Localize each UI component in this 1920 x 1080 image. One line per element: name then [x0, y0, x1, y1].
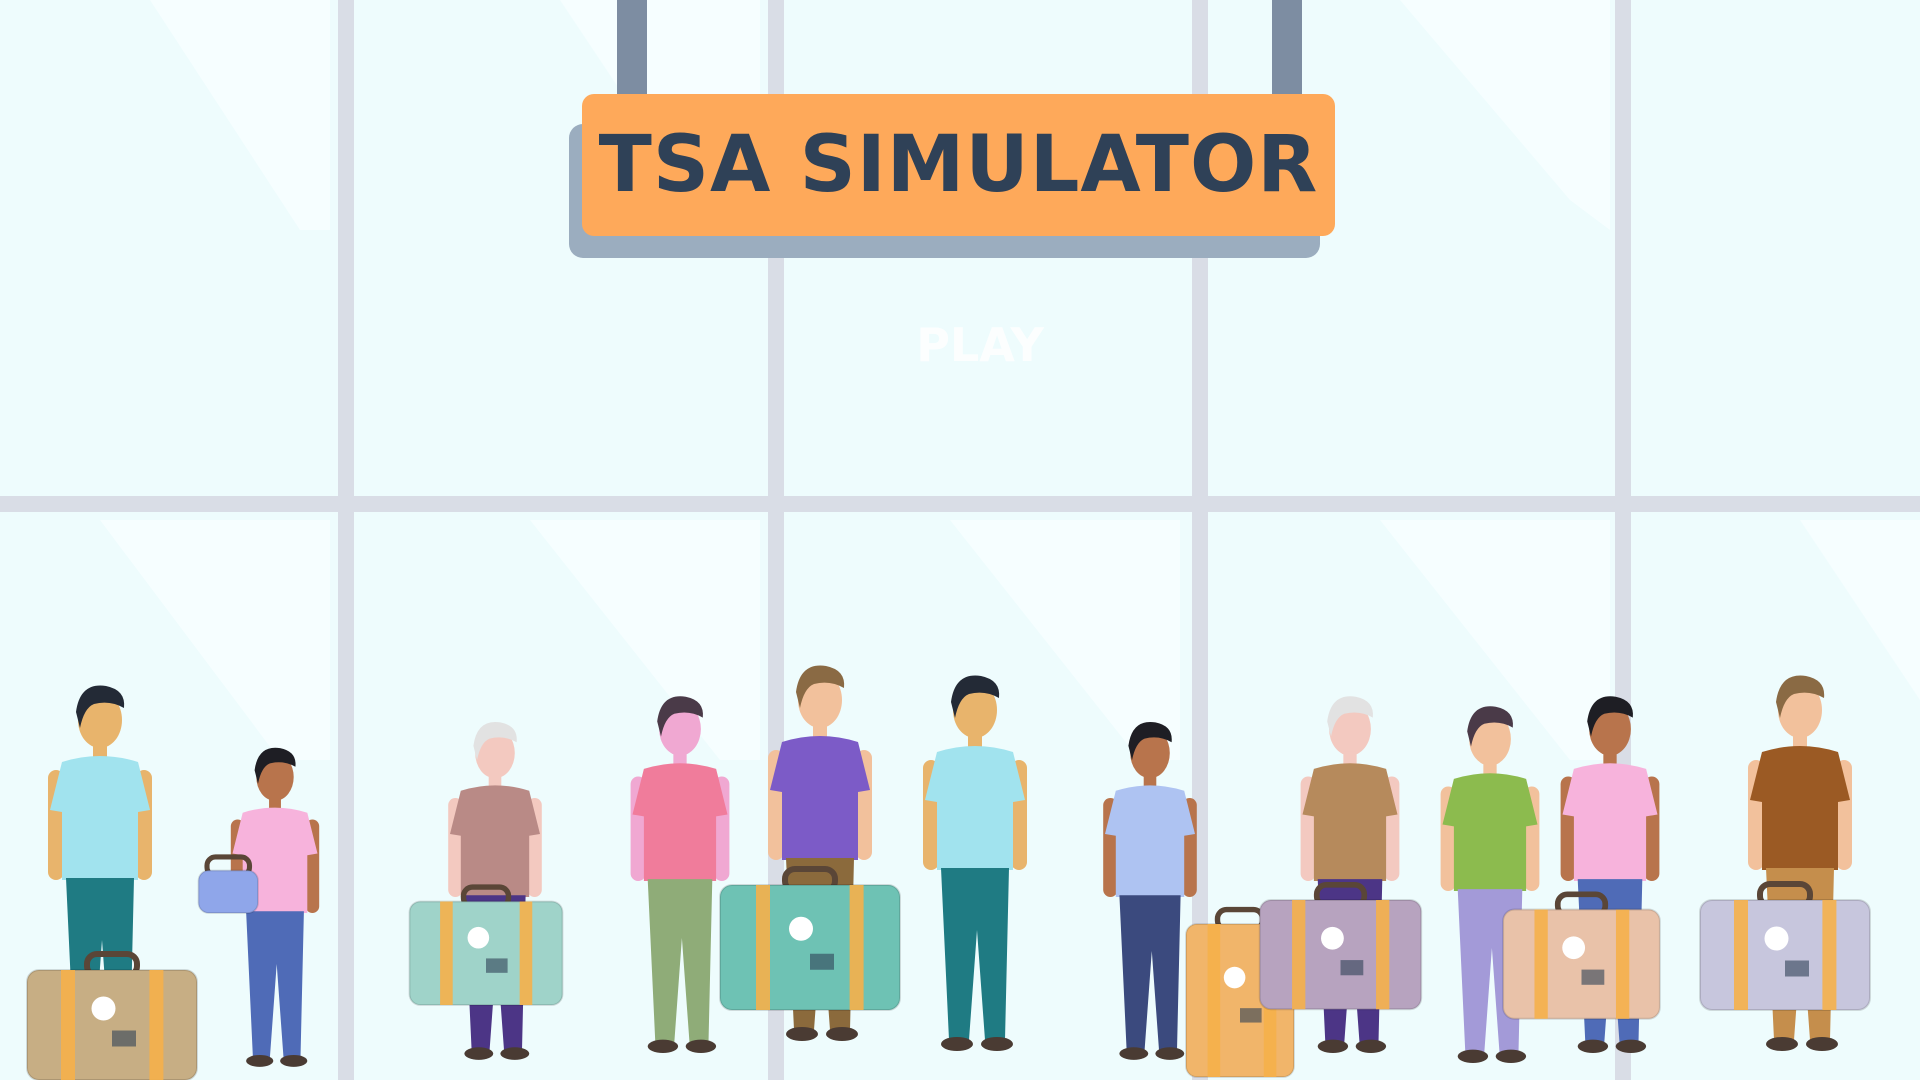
bag-strap: [1207, 924, 1221, 1077]
left-shoe: [786, 1027, 818, 1041]
bag-strap: [149, 970, 164, 1080]
shirt: [770, 736, 870, 860]
bag-strap: [440, 901, 453, 1005]
traveler-elderly-man-icon: [408, 721, 564, 1060]
sticker-icon: [1340, 960, 1364, 976]
mint-suitcase-icon: [408, 884, 564, 1006]
shirt: [1105, 785, 1195, 897]
bag-body: [197, 869, 259, 914]
sticker-icon: [1785, 960, 1809, 977]
lilac-suitcase-icon: [1258, 881, 1423, 1011]
folder-icon: [197, 854, 259, 914]
bag-body: [408, 900, 564, 1006]
sticker-icon: [1240, 1008, 1262, 1023]
shirt: [450, 785, 540, 897]
grey-suitcase-icon: [1699, 881, 1871, 1011]
bag-strap: [1734, 900, 1748, 1010]
bag-strap: [849, 885, 864, 1010]
shirt: [50, 756, 150, 880]
traveler-woman-pink-top-icon: [197, 747, 320, 1067]
left-shoe: [1317, 1039, 1349, 1053]
right-shoe: [981, 1037, 1013, 1051]
right-shoe: [1495, 1049, 1527, 1063]
bag-strap: [1292, 900, 1306, 1010]
shirt: [1442, 773, 1538, 891]
traveler-elderly-man-2-icon: [1258, 696, 1423, 1053]
shirt: [1302, 763, 1398, 881]
shirt: [925, 746, 1025, 870]
sticker-icon: [1321, 926, 1344, 950]
right-shoe: [1355, 1039, 1387, 1053]
right-shoe: [1615, 1039, 1647, 1053]
bag-body: [1699, 899, 1871, 1011]
left-shoe: [246, 1054, 274, 1067]
sticker-icon: [91, 996, 116, 1021]
sticker-icon: [486, 958, 508, 973]
traveler-queue: [26, 665, 1871, 1080]
traveler-man-cyan-shirt-2-icon: [923, 675, 1027, 1051]
bag-strap: [1534, 909, 1548, 1019]
right-shoe: [1806, 1037, 1838, 1051]
bag-body: [26, 969, 198, 1080]
bag-body: [719, 884, 901, 1011]
shirt: [1750, 746, 1850, 870]
pants: [1119, 895, 1181, 1050]
traveler-bearded-man-purple-icon: [719, 665, 901, 1041]
vintage-brown-suitcase-icon: [26, 951, 198, 1080]
shirt: [1562, 763, 1658, 881]
traveler-woman-phone-icon: [630, 696, 730, 1053]
pants: [246, 911, 304, 1058]
sticker-icon: [1764, 926, 1789, 951]
sticker-icon: [112, 1030, 136, 1047]
right-shoe: [826, 1027, 858, 1041]
sticker-icon: [1581, 969, 1605, 985]
right-shoe: [500, 1047, 530, 1060]
traveler-woman-lavender-icon: [1103, 721, 1295, 1078]
pants: [647, 879, 713, 1043]
right-shoe: [280, 1054, 308, 1067]
bag-body: [1502, 908, 1661, 1020]
bag-strap: [1822, 900, 1837, 1010]
sticker-icon: [1562, 936, 1586, 960]
bag-body: [1258, 899, 1423, 1011]
bag-strap: [519, 901, 533, 1005]
bag-strap: [1615, 909, 1630, 1019]
left-shoe: [941, 1037, 973, 1051]
sticker-icon: [789, 916, 813, 941]
right-shoe: [1155, 1047, 1185, 1060]
left-shoe: [1457, 1049, 1489, 1063]
right-shoe: [685, 1039, 717, 1053]
traveler-man-cyan-shirt-icon: [26, 685, 198, 1080]
bag-strap: [1376, 900, 1390, 1010]
pants: [941, 868, 1009, 1040]
sticker-icon: [810, 953, 834, 970]
peach-suitcase-icon: [1502, 891, 1661, 1020]
left-shoe: [464, 1047, 494, 1060]
bag-strap: [61, 970, 75, 1080]
left-shoe: [1119, 1047, 1149, 1060]
traveler-bearded-man-brown-icon: [1699, 675, 1871, 1051]
sticker-icon: [1223, 966, 1246, 989]
teal-sticker-suitcase-icon: [719, 866, 901, 1011]
bag-strap: [756, 885, 770, 1010]
left-shoe: [647, 1039, 679, 1053]
left-shoe: [1577, 1039, 1609, 1053]
shirt: [632, 763, 728, 881]
sticker-icon: [467, 926, 490, 949]
left-shoe: [1766, 1037, 1798, 1051]
